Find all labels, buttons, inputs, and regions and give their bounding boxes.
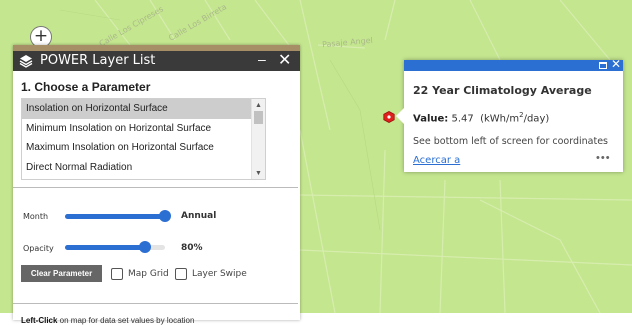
zoom-to-link[interactable]: Acercar a: [413, 155, 460, 166]
parameter-option[interactable]: Direct Normal Radiation: [22, 158, 265, 178]
opacity-label: Opacity: [23, 244, 54, 253]
panel-header[interactable]: POWER Layer List – ✕: [13, 51, 300, 71]
layers-icon: [19, 54, 33, 73]
zoom-in-icon: +: [33, 26, 49, 46]
value-unit-prefix: (kWh/m: [480, 113, 520, 125]
layer-swipe-label: Layer Swipe: [192, 269, 247, 279]
info-popup: ✕ 22 Year Climatology Average Value: 5.4…: [396, 57, 623, 172]
popup-close-icon[interactable]: ✕: [611, 57, 621, 71]
popup-pointer: [396, 108, 404, 124]
value-label: Value:: [413, 113, 449, 125]
popup-header: ✕: [404, 57, 623, 71]
value-number: 5.47: [451, 113, 474, 125]
instruction-bold: Left-Click: [21, 316, 58, 325]
section-title: 1. Choose a Parameter: [21, 80, 151, 94]
month-label: Month: [23, 212, 49, 221]
scroll-thumb[interactable]: [254, 111, 263, 124]
popup-note: See bottom left of screen for coordinate…: [413, 136, 609, 147]
opacity-value: 80%: [181, 243, 203, 253]
popup-value-row: Value: 5.47 (kWh/m2/day): [413, 111, 549, 124]
popup-title: 22 Year Climatology Average: [413, 84, 592, 97]
map-grid-checkbox[interactable]: [111, 268, 123, 280]
scroll-down-icon[interactable]: ▼: [255, 170, 262, 177]
scroll-up-icon[interactable]: ▲: [255, 102, 262, 109]
divider: [13, 303, 298, 304]
value-unit-suffix: /day): [523, 113, 550, 125]
map-grid-label: Map Grid: [128, 269, 169, 279]
close-icon[interactable]: ✕: [278, 50, 291, 70]
month-slider[interactable]: [65, 210, 171, 222]
parameter-option[interactable]: Maximum Insolation on Horizontal Surface: [22, 138, 265, 158]
month-slider-fill: [65, 214, 165, 219]
opacity-slider-fill: [65, 245, 145, 250]
opacity-slider[interactable]: [65, 241, 165, 253]
month-slider-thumb[interactable]: [159, 210, 171, 222]
listbox-scrollbar[interactable]: ▲ ▼: [251, 99, 265, 179]
parameter-option[interactable]: Insolation on Horizontal Surface: [22, 99, 265, 119]
instruction-text: Left-Click on map for data set values by…: [21, 316, 194, 325]
instruction-rest: on map for data set values by location: [57, 316, 195, 325]
power-layer-list-panel: POWER Layer List – ✕ 1. Choose a Paramet…: [13, 45, 300, 325]
minimize-icon[interactable]: –: [258, 51, 266, 67]
opacity-slider-thumb[interactable]: [139, 241, 151, 253]
more-options-icon[interactable]: •••: [596, 152, 611, 164]
parameter-option[interactable]: Minimum Insolation on Horizontal Surface: [22, 119, 265, 139]
maximize-icon[interactable]: [599, 62, 607, 69]
parameter-listbox[interactable]: Insolation on Horizontal Surface Minimum…: [21, 98, 266, 180]
clear-parameter-button[interactable]: Clear Parameter: [21, 265, 102, 282]
panel-title: POWER Layer List: [40, 53, 156, 68]
divider: [13, 187, 298, 188]
location-marker-icon[interactable]: [383, 110, 395, 128]
layer-swipe-checkbox[interactable]: [175, 268, 187, 280]
month-value: Annual: [181, 211, 217, 221]
